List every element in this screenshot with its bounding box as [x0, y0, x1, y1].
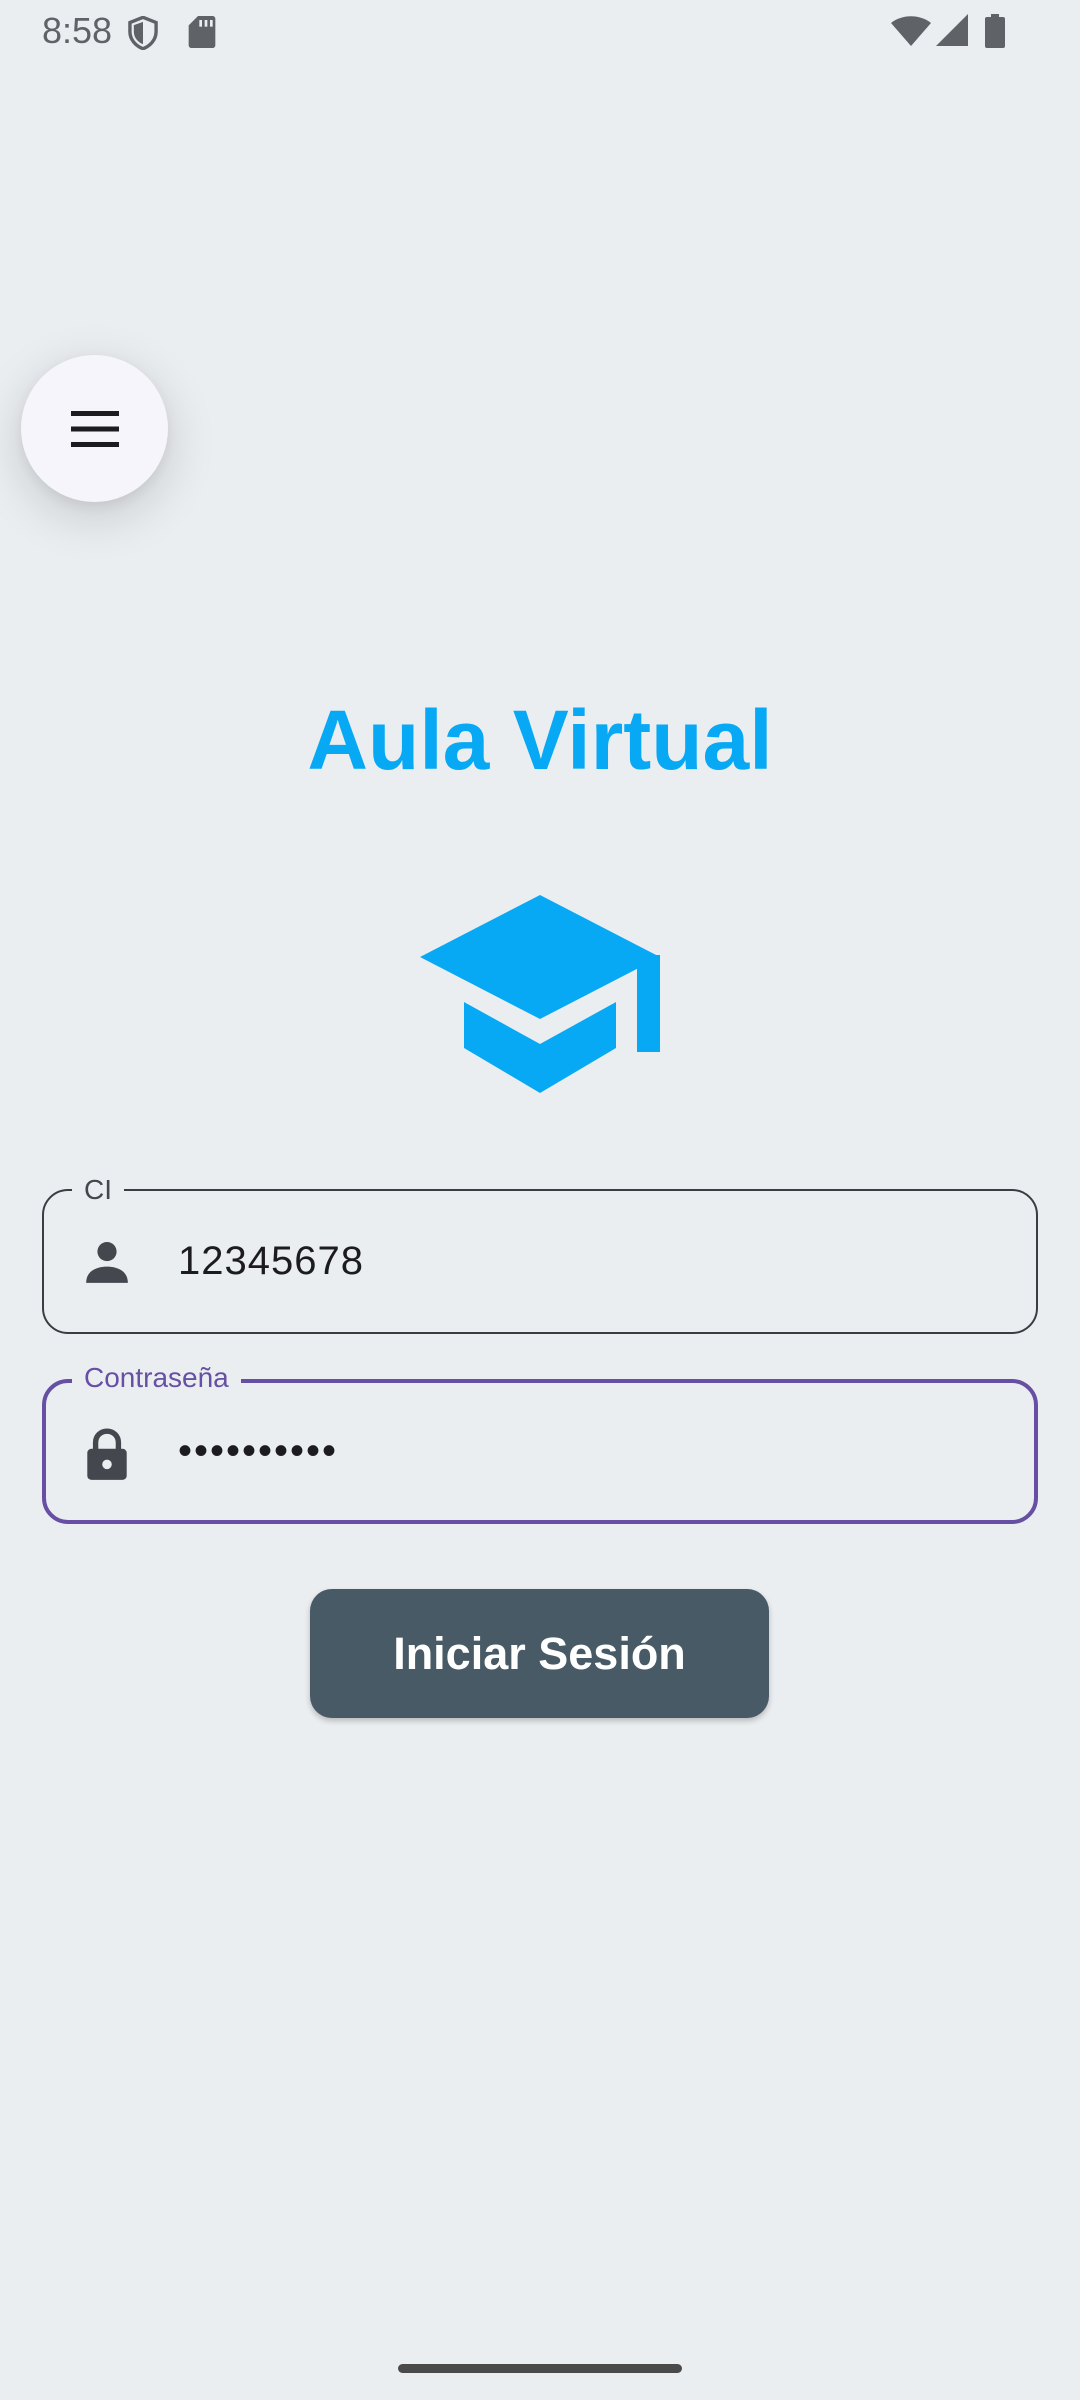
gesture-navigation-bar[interactable]	[398, 2364, 682, 2373]
password-field[interactable]: Contraseña	[42, 1361, 1038, 1524]
hamburger-menu-icon	[70, 410, 119, 447]
ci-field-label: CI	[72, 1173, 124, 1207]
sd-card-icon	[188, 16, 216, 53]
graduation-cap-icon	[420, 895, 660, 1098]
status-bar: 8:58	[0, 0, 1080, 64]
app-title: Aula Virtual	[307, 693, 773, 787]
status-time: 8:58	[42, 10, 113, 51]
battery-icon	[985, 14, 1005, 53]
wifi-icon	[891, 16, 931, 51]
menu-button[interactable]	[21, 355, 168, 502]
shield-icon	[127, 15, 159, 55]
password-input[interactable]	[178, 1383, 1014, 1520]
ci-field[interactable]: CI	[42, 1173, 1038, 1334]
cellular-signal-icon	[936, 14, 968, 51]
lock-icon	[82, 1427, 132, 1480]
login-screen: 8:58 Aula Virtual CI 12345678 Contraseña…	[0, 0, 1080, 2400]
ci-input[interactable]	[178, 1191, 1016, 1332]
person-icon	[82, 1237, 132, 1287]
login-button[interactable]: Iniciar Sesión	[310, 1589, 769, 1718]
